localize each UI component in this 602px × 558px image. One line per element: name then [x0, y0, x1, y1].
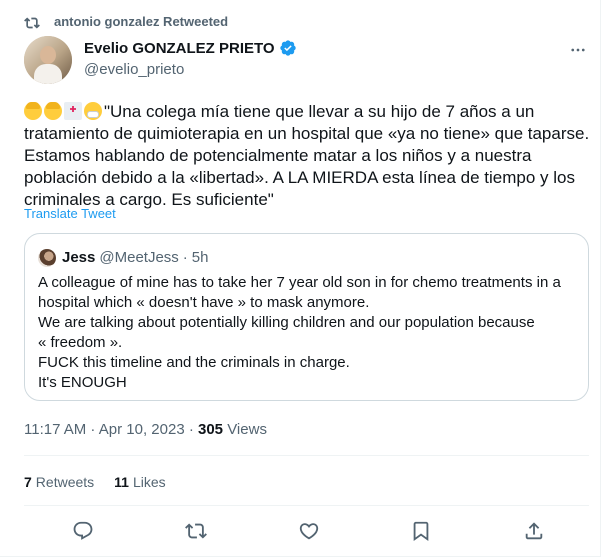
share-icon	[525, 522, 543, 540]
quoted-time: 5h	[191, 249, 209, 266]
quoted-line: FUCK this timeline and the criminals in …	[38, 354, 350, 371]
divider	[24, 505, 589, 506]
bookmark-icon	[413, 521, 429, 542]
retweet-button[interactable]	[183, 518, 209, 544]
translate-tweet-link[interactable]: Translate Tweet	[24, 206, 116, 221]
quoted-separator: ·	[182, 249, 188, 266]
quoted-line: We are talking about potentially killing…	[38, 314, 535, 331]
author-name-row: Evelio GONZALEZ PRIETO	[84, 39, 297, 57]
more-icon	[571, 48, 585, 52]
author-avatar[interactable]	[24, 36, 72, 84]
bookmark-button[interactable]	[408, 518, 434, 544]
likes-label: Likes	[132, 474, 166, 490]
reply-icon	[73, 521, 93, 540]
like-icon	[299, 523, 319, 540]
tweet-body-text: "Una colega mía tiene que llevar a su hi…	[24, 102, 590, 209]
retweeted-by-bar[interactable]: antonio gonzalez Retweeted	[24, 14, 228, 29]
tweet-card: antonio gonzalez Retweeted Evelio GONZAL…	[0, 0, 601, 557]
tweet-text: "Una colega mía tiene que llevar a su hi…	[24, 101, 594, 211]
quoted-author-avatar[interactable]	[38, 249, 56, 267]
quoted-line: hospital which « doesn't have » to mask …	[38, 294, 370, 311]
face-with-mask-emoji	[84, 102, 102, 120]
retweet-icon	[24, 15, 40, 34]
retweeted-by-label[interactable]: antonio gonzalez Retweeted	[54, 14, 228, 29]
quoted-tweet-text: A colleague of mine has to take her 7 ye…	[38, 273, 578, 393]
tweet-actions	[24, 518, 589, 544]
quoted-author-name: Jess	[62, 249, 96, 266]
quoted-line: A colleague of mine has to take her 7 ye…	[38, 274, 561, 291]
retweets-stat[interactable]: 7 Retweets	[24, 474, 94, 490]
reply-button[interactable]	[70, 518, 96, 544]
woman-blond-emoji	[44, 102, 62, 120]
more-options-button[interactable]	[568, 40, 588, 60]
woman-blond-emoji	[24, 102, 42, 120]
retweets-count: 7	[24, 474, 32, 490]
retweet-icon	[185, 523, 207, 539]
tweet-timestamp[interactable]: 11:17 AM · Apr 10, 2023 ·	[24, 421, 198, 438]
like-button[interactable]	[296, 518, 322, 544]
likes-stat[interactable]: 11 Likes	[114, 474, 166, 490]
verified-badge-icon[interactable]	[279, 39, 297, 57]
tweet-stats: 7 Retweets 11 Likes	[24, 474, 166, 490]
share-button[interactable]	[521, 518, 547, 544]
author-display-name[interactable]: Evelio GONZALEZ PRIETO	[84, 40, 275, 57]
quoted-line: « freedom ».	[38, 334, 123, 351]
quoted-tweet[interactable]: Jess @MeetJess · 5h A colleague of mine …	[24, 233, 589, 401]
retweets-label: Retweets	[35, 474, 95, 490]
quoted-tweet-header: Jess @MeetJess · 5h	[62, 249, 208, 266]
author-handle[interactable]: @evelio_prieto	[84, 61, 184, 78]
divider	[24, 455, 589, 456]
quoted-line: It's ENOUGH	[38, 374, 127, 391]
hospital-emoji	[64, 102, 82, 120]
views-label: Views	[223, 421, 267, 438]
quoted-author-handle: @MeetJess	[99, 249, 179, 266]
likes-count: 11	[114, 474, 129, 490]
tweet-meta: 11:17 AM · Apr 10, 2023 · 305 Views	[24, 421, 267, 438]
views-count: 305	[198, 421, 224, 438]
